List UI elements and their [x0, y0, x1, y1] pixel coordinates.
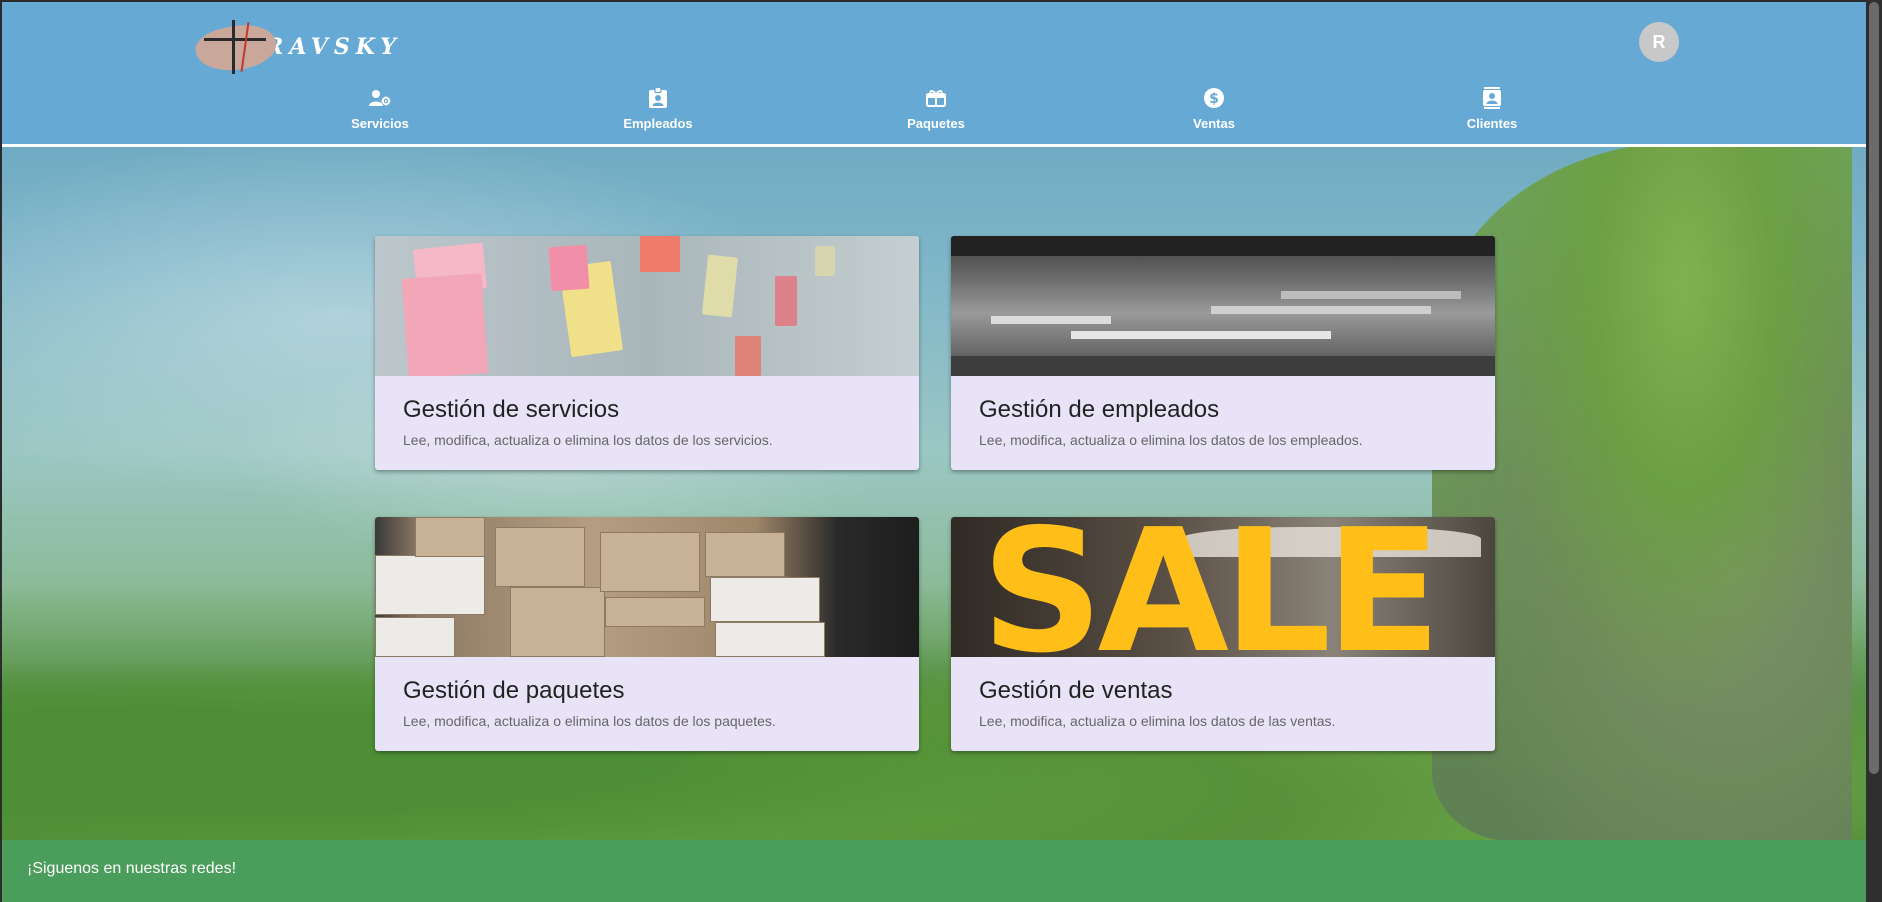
nav-item-servicios[interactable]: Servicios	[300, 84, 460, 131]
card-title: Gestión de ventas	[979, 677, 1173, 704]
card-title: Gestión de empleados	[979, 396, 1220, 423]
avatar-initial: R	[1652, 31, 1666, 52]
sale-sign-text: SALE	[981, 517, 1441, 657]
nav-label-servicios: Servicios	[351, 116, 409, 131]
app-header: TRAVSKY R Servicios Empleados Paquetes $…	[2, 2, 1866, 147]
cliff-background	[1432, 142, 1852, 842]
footer-text: ¡Siguenos en nuestras redes!	[27, 860, 237, 877]
user-avatar[interactable]: R	[1639, 22, 1679, 62]
gift-box-icon	[925, 84, 947, 112]
cardboard-boxes-image	[375, 517, 919, 657]
card-paquetes[interactable]: Gestión de paquetes Lee, modifica, actua…	[375, 517, 919, 751]
main-nav: Servicios Empleados Paquetes $ Ventas Cl…	[2, 84, 1866, 144]
nav-item-clientes[interactable]: Clientes	[1412, 84, 1572, 131]
page-scrollbar[interactable]	[1866, 0, 1882, 902]
open-office-image	[951, 236, 1495, 376]
nav-label-ventas: Ventas	[1193, 116, 1235, 131]
card-description: Lee, modifica, actualiza o elimina los d…	[403, 713, 776, 729]
card-title: Gestión de paquetes	[403, 677, 625, 704]
sale-sign-image: SALE	[951, 517, 1495, 657]
nav-item-ventas[interactable]: $ Ventas	[1134, 84, 1294, 131]
nav-item-empleados[interactable]: Empleados	[578, 84, 738, 131]
page-footer: ¡Siguenos en nuestras redes!	[2, 840, 1866, 902]
sticky-notes-image	[375, 236, 919, 376]
nav-label-paquetes: Paquetes	[907, 116, 965, 131]
card-empleados[interactable]: Gestión de empleados Lee, modifica, actu…	[951, 236, 1495, 470]
contact-book-icon	[1482, 84, 1502, 112]
id-badge-icon	[648, 84, 668, 112]
brand-logo[interactable]: TRAVSKY	[192, 14, 402, 80]
logo-mark-icon	[192, 16, 280, 78]
nav-item-paquetes[interactable]: Paquetes	[856, 84, 1016, 131]
svg-text:$: $	[1209, 91, 1219, 107]
card-servicios[interactable]: Gestión de servicios Lee, modifica, actu…	[375, 236, 919, 470]
user-gear-icon	[368, 84, 392, 112]
nav-label-clientes: Clientes	[1466, 116, 1518, 131]
card-title: Gestión de servicios	[403, 396, 620, 423]
card-description: Lee, modifica, actualiza o elimina los d…	[979, 713, 1336, 729]
nav-label-empleados: Empleados	[623, 116, 693, 131]
dollar-circle-icon: $	[1203, 84, 1225, 112]
card-description: Lee, modifica, actualiza o elimina los d…	[979, 432, 1363, 448]
card-ventas[interactable]: SALE Gestión de ventas Lee, modifica, ac…	[951, 517, 1495, 751]
scrollbar-thumb[interactable]	[1869, 2, 1879, 774]
card-description: Lee, modifica, actualiza o elimina los d…	[403, 432, 773, 448]
page-background: TRAVSKY R Servicios Empleados Paquetes $…	[2, 2, 1866, 902]
